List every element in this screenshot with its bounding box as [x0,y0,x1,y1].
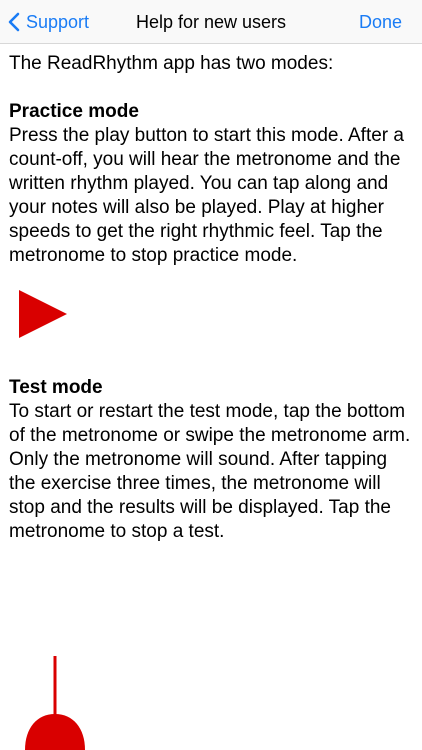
practice-mode-text: Press the play button to start this mode… [9,125,404,266]
navigation-bar: Support Help for new users Done [0,0,422,44]
play-icon [19,290,67,338]
intro-text: The ReadRhythm app has two modes: [9,53,334,74]
practice-mode-heading: Practice mode [9,101,139,122]
done-button[interactable]: Done [359,0,402,44]
metronome-icon [25,656,85,750]
test-mode-heading: Test mode [9,377,103,398]
back-button[interactable]: Support [8,0,89,44]
back-button-label: Support [26,11,90,32]
test-mode-text: To start or restart the test mode, tap t… [9,401,411,542]
chevron-left-icon [8,12,20,32]
help-content: The ReadRhythm app has two modes: Practi… [9,52,413,544]
